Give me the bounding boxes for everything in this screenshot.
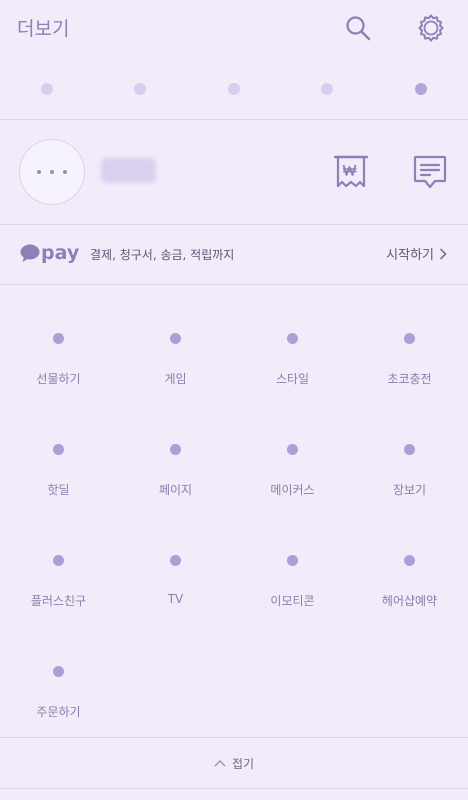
- service-label: 페이지: [158, 483, 193, 497]
- service-icon: [287, 555, 298, 566]
- service-item[interactable]: 플러스친구: [0, 507, 117, 617]
- service-label: 핫딜: [47, 483, 70, 497]
- service-icon: [53, 333, 64, 344]
- service-label: TV: [167, 592, 184, 606]
- service-icon: [287, 333, 298, 344]
- pay-logo-text: pay: [41, 242, 80, 264]
- chevron-right-icon: [439, 247, 447, 260]
- quick-slot-3[interactable]: [228, 83, 240, 95]
- service-icon: [404, 444, 415, 455]
- service-item[interactable]: 메이커스: [234, 396, 351, 506]
- receipt-button[interactable]: [332, 153, 370, 191]
- chat-button[interactable]: [411, 153, 449, 191]
- ellipsis-icon: [37, 170, 41, 174]
- service-label: 메이커스: [270, 483, 315, 497]
- quick-slot-1[interactable]: [41, 83, 53, 95]
- quick-slot-5[interactable]: [415, 83, 427, 95]
- service-item[interactable]: 초코충전: [351, 285, 468, 395]
- service-label: 스타일: [275, 372, 310, 386]
- service-icon: [53, 555, 64, 566]
- message-icon: [413, 155, 447, 189]
- pay-start-button[interactable]: 시작하기: [386, 244, 448, 263]
- page-title: 더보기: [17, 18, 70, 40]
- settings-button[interactable]: [416, 13, 446, 43]
- pay-start-label: 시작하기: [386, 248, 434, 263]
- service-icon: [287, 444, 298, 455]
- service-label: 장보기: [392, 483, 427, 497]
- service-icon: [404, 555, 415, 566]
- service-icon: [170, 555, 181, 566]
- service-item[interactable]: 스타일: [234, 285, 351, 395]
- search-icon: [346, 16, 371, 41]
- service-item[interactable]: TV: [117, 507, 234, 617]
- service-item[interactable]: 핫딜: [0, 396, 117, 506]
- search-button[interactable]: [343, 13, 373, 43]
- header: 더보기: [0, 0, 468, 60]
- service-icon: [170, 444, 181, 455]
- quick-slot-4[interactable]: [321, 83, 333, 95]
- fold-label: 접기: [231, 756, 255, 771]
- service-item[interactable]: 장보기: [351, 396, 468, 506]
- service-label: 헤어샵예약: [381, 594, 438, 608]
- pay-description: 결제, 청구서, 송금, 적립까지: [90, 248, 235, 262]
- service-label: 선물하기: [36, 372, 81, 386]
- service-item[interactable]: 주문하기: [0, 618, 117, 728]
- quick-menu-row: [0, 60, 468, 118]
- receipt-won-icon: [333, 155, 369, 188]
- service-item[interactable]: 페이지: [117, 396, 234, 506]
- service-label: 플러스친구: [30, 594, 87, 608]
- service-label: 주문하기: [36, 705, 81, 719]
- gear-icon: [418, 14, 444, 42]
- quick-slot-2[interactable]: [134, 83, 146, 95]
- service-icon: [404, 333, 415, 344]
- divider: [0, 788, 468, 789]
- avatar[interactable]: [19, 139, 85, 205]
- service-icon: [170, 333, 181, 344]
- profile-name-redacted: [101, 158, 156, 183]
- service-item[interactable]: 헤어샵예약: [351, 507, 468, 617]
- service-label: 게임: [164, 372, 187, 386]
- service-label: 초코충전: [387, 372, 432, 386]
- fold-button[interactable]: 접기: [0, 738, 468, 788]
- service-icon: [53, 666, 64, 677]
- chevron-up-icon: [214, 760, 226, 767]
- pay-banner[interactable]: pay 결제, 청구서, 송금, 적립까지 시작하기: [0, 225, 468, 283]
- service-item[interactable]: 이모티콘: [234, 507, 351, 617]
- service-icon: [53, 444, 64, 455]
- service-label: 이모티콘: [270, 594, 315, 608]
- profile-section: [0, 119, 468, 223]
- service-item[interactable]: 게임: [117, 285, 234, 395]
- pay-logo: pay: [20, 242, 80, 264]
- service-item[interactable]: 선물하기: [0, 285, 117, 395]
